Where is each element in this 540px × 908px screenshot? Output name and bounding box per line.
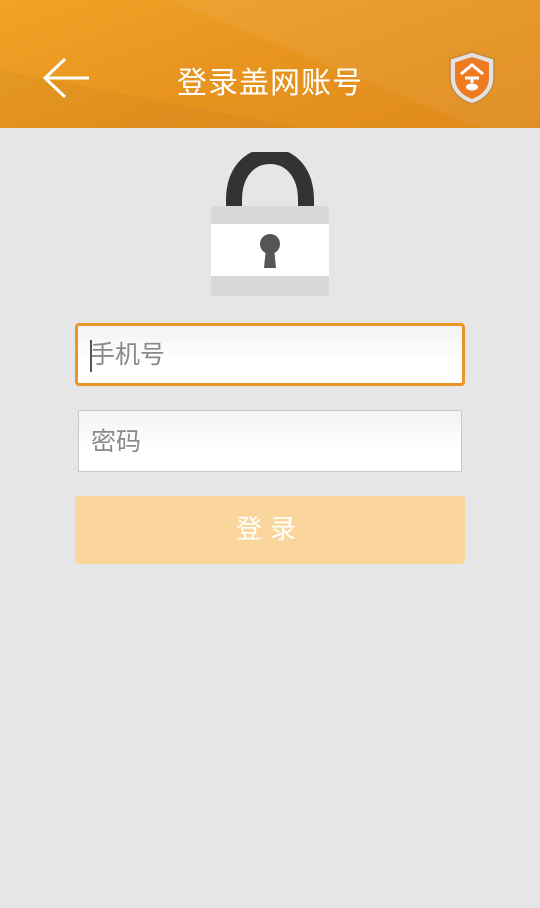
password-field[interactable] [78,410,462,472]
title-bar: 登录盖网账号 [0,0,540,128]
padlock-icon [211,152,329,296]
password-input[interactable] [79,411,461,471]
shield-logo-icon [449,51,495,105]
shield-button[interactable] [444,50,500,106]
phone-field[interactable] [75,323,465,386]
login-button[interactable]: 登录 [75,496,465,564]
phone-input[interactable] [78,326,462,383]
text-cursor [90,340,92,372]
